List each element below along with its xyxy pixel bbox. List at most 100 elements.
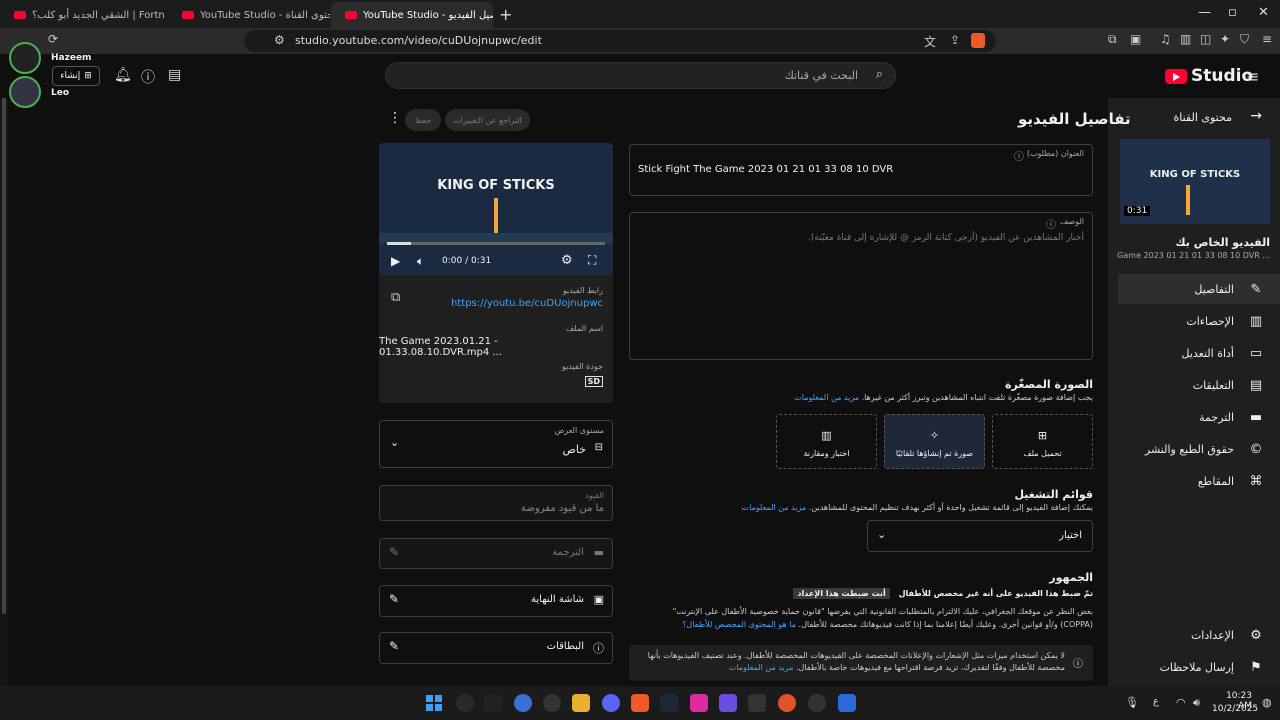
- back-arrow-icon[interactable]: →: [1250, 108, 1262, 124]
- end-screen-button[interactable]: شاشة النهاية ▣ ✎: [379, 585, 613, 617]
- help-icon[interactable]: ⓘ: [141, 67, 155, 87]
- nav-subtitles[interactable]: الترجمة ▬: [1116, 402, 1266, 432]
- file-explorer-icon[interactable]: [572, 694, 590, 712]
- scrollbar[interactable]: [2, 94, 6, 614]
- maps-icon[interactable]: [543, 694, 561, 712]
- fullscreen-icon[interactable]: ⛶: [588, 253, 596, 268]
- studio-right-nav: محتوى القناة → KING OF STICKS 0:31 الفيد…: [1108, 98, 1280, 686]
- microphone-icon[interactable]: 🎙︎: [1125, 696, 1139, 709]
- youtube-favicon-icon: [14, 11, 26, 19]
- undo-changes-button[interactable]: التراجع عن التغييرات: [445, 109, 530, 131]
- search-icon: ⌕: [875, 67, 883, 82]
- vpn-icon[interactable]: ⛉: [1240, 32, 1249, 47]
- nav-analytics[interactable]: الإحصاءات ▥: [1116, 306, 1266, 336]
- visibility-select[interactable]: مستوى العرض خاص ⊟ ⌄: [379, 420, 613, 468]
- menu-icon[interactable]: ≡: [1262, 32, 1272, 46]
- restrictions-field[interactable]: القيود ما من قيود مفروضة: [379, 485, 613, 521]
- add-video-icon: ⊞: [84, 71, 92, 81]
- feedback-icon[interactable]: ▤: [168, 67, 181, 83]
- new-tab-icon[interactable]: +: [499, 5, 512, 24]
- auto-generated-thumbnail-button[interactable]: ✧ صورة تم إنشاؤها تلقائيًا: [884, 414, 985, 469]
- upload-thumbnail-button[interactable]: ⊞ تحميل ملف: [992, 414, 1093, 469]
- description-field[interactable]: الوصف ⓘ أخبار المشاهدين عن الفيديو (أرجى…: [629, 212, 1093, 360]
- sidebar-icon[interactable]: ▥: [1180, 32, 1191, 46]
- windows-start-icon[interactable]: [426, 695, 442, 711]
- share-icon[interactable]: ⇪: [950, 33, 960, 47]
- reload-icon[interactable]: ⟳: [48, 32, 58, 46]
- video-thumbnail[interactable]: KING OF STICKS 0:31: [1120, 139, 1270, 224]
- chart-icon: ▥: [821, 429, 832, 442]
- back-to-channel-content[interactable]: محتوى القناة: [1173, 111, 1232, 124]
- nav-send-feedback[interactable]: إرسال ملاحظات ⚑: [1116, 652, 1266, 682]
- leo-ai-icon[interactable]: ✦: [1220, 32, 1230, 46]
- translate-icon[interactable]: 文: [924, 33, 936, 50]
- nav-copyright[interactable]: حقوق الطبع والنشر ©: [1116, 434, 1266, 464]
- search-input[interactable]: ⌕ البحث في قناتك: [385, 62, 896, 89]
- notifications-icon[interactable]: 🔔︎: [114, 67, 132, 83]
- language-indicator[interactable]: ع: [1153, 696, 1159, 707]
- app-icon[interactable]: [719, 694, 737, 712]
- discord-icon[interactable]: [602, 694, 620, 712]
- video-link[interactable]: https://youtu.be/cuDUojnupwc: [451, 298, 603, 309]
- help-icon[interactable]: ⓘ: [1014, 148, 1024, 163]
- cards-button[interactable]: البطاقات ⓘ ✎: [379, 632, 613, 664]
- help-icon[interactable]: ⓘ: [1046, 216, 1056, 231]
- browser-tab[interactable]: (819) Fortnite | الشقي الجديد أبو كلب؟: [0, 2, 165, 28]
- kids-content-link[interactable]: ما هو المحتوى المخصص للأطفال؟: [682, 620, 796, 629]
- avatar[interactable]: [9, 76, 41, 108]
- nav-editor[interactable]: أداة التعديل ▭: [1116, 338, 1266, 368]
- pencil-icon: ✎: [1250, 281, 1262, 297]
- subtitles-icon: ▬: [1249, 409, 1263, 425]
- brave-shields-icon[interactable]: [971, 33, 985, 48]
- studio-logo[interactable]: Studio: [1165, 66, 1253, 86]
- save-button[interactable]: حفظ: [405, 109, 441, 131]
- more-info-link[interactable]: مزيد من المعلومات: [729, 663, 794, 672]
- app-icon[interactable]: [748, 694, 766, 712]
- screenshot-icon[interactable]: ▣: [1130, 32, 1141, 46]
- minimize-icon[interactable]: —: [1198, 5, 1211, 20]
- app-icon[interactable]: [514, 694, 532, 712]
- more-info-link[interactable]: مزيد من المعلومات: [742, 503, 807, 512]
- more-info-link[interactable]: مزيد من المعلومات: [794, 393, 859, 402]
- playlist-select[interactable]: اختيار ⌄: [867, 520, 1093, 552]
- nav-comments[interactable]: التعليقات ▤: [1116, 370, 1266, 400]
- subtitles-button[interactable]: الترجمة ▬ ✎: [379, 538, 613, 569]
- steam-icon[interactable]: [660, 694, 678, 712]
- music-icon[interactable]: ♫: [1160, 32, 1171, 46]
- nav-settings[interactable]: الإعدادات ⚙: [1116, 620, 1266, 650]
- progress-bar[interactable]: [387, 242, 605, 245]
- browser-tab[interactable]: YouTube Studio - محتوى القناة: [168, 2, 330, 28]
- gear-icon[interactable]: ⚙: [561, 253, 573, 268]
- wallet-icon[interactable]: ◫: [1200, 32, 1211, 46]
- address-bar[interactable]: ⚙ studio.youtube.com/video/cuDUojnupwc/e…: [244, 30, 996, 52]
- copy-icon[interactable]: ⧉: [391, 290, 400, 305]
- app-icon[interactable]: [808, 694, 826, 712]
- title-field[interactable]: العنوان (مطلوب) ⓘ Stick Fight The Game 2…: [629, 144, 1093, 196]
- video-player[interactable]: KING OF STICKS ▶ 🔈︎ 0:00 / 0:31 ⚙ ⛶: [379, 143, 613, 275]
- site-settings-icon[interactable]: ⚙: [274, 33, 285, 47]
- browser-tab-active[interactable]: YouTube Studio - تفاصيل الفيديو ×: [331, 2, 493, 28]
- browser-toolbar: ⟳ ⚐ ⚙ studio.youtube.com/video/cuDUojnup…: [0, 28, 1280, 54]
- end-screen-icon: ▣: [593, 593, 604, 606]
- app-icon[interactable]: [690, 694, 708, 712]
- wifi-icon[interactable]: ◠: [1176, 696, 1186, 709]
- brave-icon[interactable]: [631, 694, 649, 712]
- volume-icon[interactable]: 🔈︎: [417, 254, 424, 269]
- search-app-icon[interactable]: [456, 694, 474, 712]
- create-button[interactable]: إنشاء ⊞: [52, 66, 100, 86]
- more-options-icon[interactable]: ⋮: [388, 110, 402, 126]
- notification-center-icon[interactable]: ◍: [1262, 696, 1272, 709]
- maximize-icon[interactable]: ▫: [1228, 5, 1237, 20]
- extensions-icon[interactable]: ⧉: [1108, 32, 1117, 47]
- close-window-icon[interactable]: ✕: [1258, 5, 1269, 20]
- play-icon[interactable]: ▶: [391, 254, 400, 268]
- nav-clips[interactable]: المقاطع ⌘: [1116, 466, 1266, 496]
- nav-details[interactable]: التفاصيل ✎: [1118, 274, 1280, 304]
- playlists-description: يمكنك إضافة الفيديو إلى قائمة تشغيل واحد…: [741, 503, 1093, 512]
- avatar[interactable]: [9, 42, 41, 74]
- volume-icon[interactable]: 🔊︎: [1193, 696, 1200, 710]
- epic-games-icon[interactable]: [484, 694, 502, 712]
- test-compare-button[interactable]: ▥ اختبار ومقارنة: [776, 414, 877, 469]
- app-icon[interactable]: [838, 694, 856, 712]
- app-icon[interactable]: [778, 694, 796, 712]
